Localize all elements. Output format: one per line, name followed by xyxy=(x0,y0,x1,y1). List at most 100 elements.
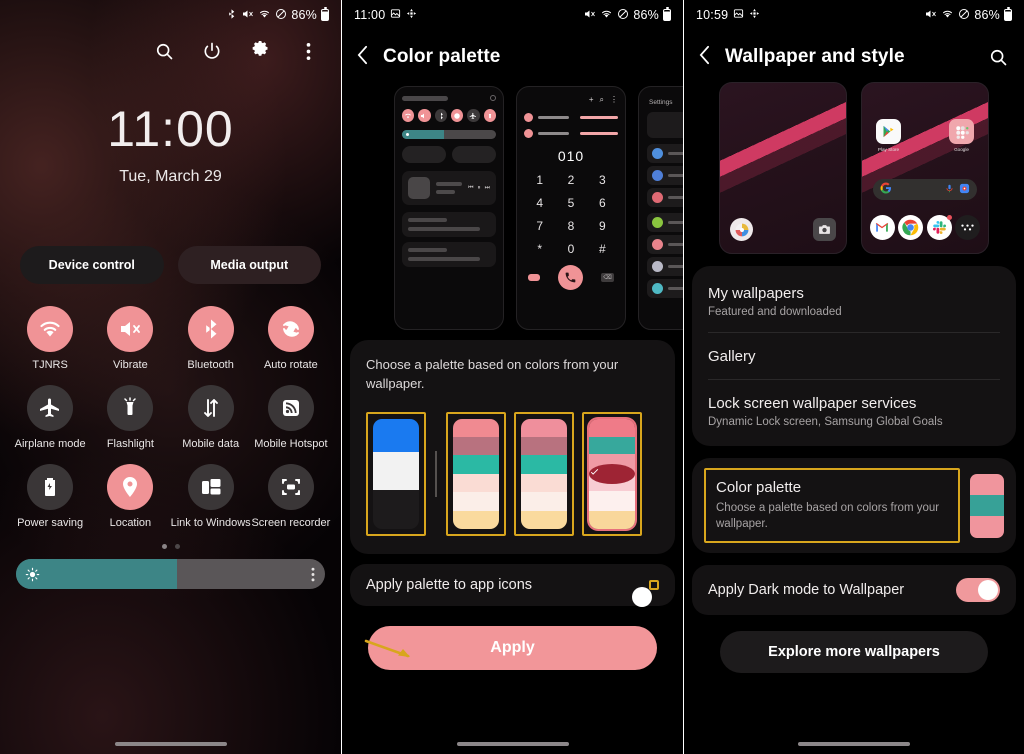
call-icon xyxy=(558,265,583,290)
device-control-button[interactable]: Device control xyxy=(20,246,164,284)
status-clock: 11:00 xyxy=(354,8,386,22)
sound-icon xyxy=(418,109,431,122)
tile-link-to-windows[interactable]: Link to Windows xyxy=(171,463,251,531)
key: 1 xyxy=(536,173,543,187)
settings-gear-icon[interactable] xyxy=(249,40,271,62)
palette-swatch-4-selected[interactable] xyxy=(589,418,635,529)
preview-brightness-slider xyxy=(402,130,496,139)
power-icon[interactable] xyxy=(201,40,223,62)
wallpaper-options-list: My wallpapers Featured and downloaded Ga… xyxy=(692,266,1016,446)
battery-percent: 86% xyxy=(633,8,659,22)
mid-panel-color-palette: 11:00 86% Color palette ⏮ ⏸ ⏭ + ⌕ ⋮ 010 … xyxy=(342,0,683,754)
preview-dialer[interactable]: + ⌕ ⋮ 010 1 2 3 4 5 6 7 8 9 * 0 # ⌫ xyxy=(516,86,626,330)
list-item-title: My wallpapers xyxy=(708,285,804,302)
app-play-store: Play Store xyxy=(876,119,901,152)
explore-more-wallpapers-button[interactable]: Explore more wallpapers xyxy=(720,631,988,674)
media-output-button[interactable]: Media output xyxy=(177,246,321,284)
brightness-slider[interactable] xyxy=(16,559,325,590)
tile-label: Auto rotate xyxy=(263,359,318,371)
home-dock xyxy=(862,215,988,240)
more-options-icon[interactable] xyxy=(311,567,315,582)
dark-mode-toggle[interactable] xyxy=(956,578,1000,603)
left-panel-quick-settings: 86% 11:00 Tue, March 29 Device control M… xyxy=(0,0,341,754)
preview-qs-title-bar xyxy=(402,95,448,101)
search-icon[interactable] xyxy=(988,47,1008,67)
annotation-box-color-palette[interactable]: Color palette Choose a palette based on … xyxy=(704,468,960,544)
list-icon xyxy=(652,239,663,250)
tile-location[interactable]: Location xyxy=(90,463,170,531)
palette-swatch-1[interactable] xyxy=(373,418,419,529)
dnd-icon xyxy=(275,8,287,22)
camera-color-icon xyxy=(730,218,753,241)
page-dot-active[interactable] xyxy=(161,544,167,550)
preview-quick-panel[interactable]: ⏮ ⏸ ⏭ xyxy=(394,86,504,330)
tile-bluetooth[interactable]: Bluetooth xyxy=(171,306,251,373)
wifi-icon xyxy=(402,109,415,122)
tile-auto-rotate[interactable]: Auto rotate xyxy=(251,306,331,373)
home-gesture-pill[interactable] xyxy=(114,742,227,746)
lockscreen-top-icons xyxy=(0,30,341,62)
tile-flashlight[interactable]: Flashlight xyxy=(90,384,170,452)
page-indicator-dots xyxy=(0,544,341,550)
brightness-sun-icon xyxy=(25,567,40,582)
key: 2 xyxy=(567,173,575,187)
image-icon xyxy=(390,8,401,23)
preview-settings-row xyxy=(647,144,683,163)
chrome-icon xyxy=(898,215,924,240)
annotation-box-palette-1 xyxy=(366,411,426,536)
tile-power-saving[interactable]: Power saving xyxy=(10,463,90,531)
preview-settings-row xyxy=(647,166,683,185)
right-panel-wallpaper-and-style: 10:59 86% Wallpaper and style Play Store… xyxy=(684,0,1024,754)
list-item-title: Gallery xyxy=(708,348,756,365)
preview-settings-row xyxy=(647,188,683,207)
home-screen-preview[interactable]: Play Store Google xyxy=(861,82,989,254)
dialer-contacts xyxy=(524,113,618,138)
home-gesture-pill[interactable] xyxy=(798,742,910,746)
list-item-my-wallpapers[interactable]: My wallpapers Featured and downloaded xyxy=(708,270,1000,332)
tile-label: Mobile data xyxy=(182,437,240,450)
theme-preview-carousel[interactable]: ⏮ ⏸ ⏭ + ⌕ ⋮ 010 1 2 3 4 5 6 7 8 9 * 0 # … xyxy=(342,70,683,332)
preview-media-card: ⏮ ⏸ ⏭ xyxy=(402,171,496,205)
tile-tjnrs[interactable]: TJNRS xyxy=(10,306,90,373)
tile-label: Screen recorder xyxy=(251,516,331,529)
tile-label: Vibrate xyxy=(113,359,148,371)
mic-icon xyxy=(945,181,954,199)
more-options-icon[interactable] xyxy=(297,40,319,62)
search-icon: ⌕ xyxy=(599,95,604,104)
album-art xyxy=(408,177,430,199)
back-arrow-icon[interactable] xyxy=(356,44,369,70)
tile-vibrate[interactable]: Vibrate xyxy=(90,306,170,373)
auto-rotate-icon xyxy=(450,109,464,122)
back-arrow-icon[interactable] xyxy=(698,44,711,70)
tile-screen-recorder[interactable]: Screen recorder xyxy=(251,463,331,531)
status-clock: 10:59 xyxy=(696,8,729,22)
tile-mobile-data[interactable]: Mobile data xyxy=(171,384,251,452)
list-item-lock-screen-wallpaper-services[interactable]: Lock screen wallpaper services Dynamic L… xyxy=(708,379,1000,442)
home-gesture-pill[interactable] xyxy=(456,742,569,746)
battery-percent: 86% xyxy=(291,8,317,22)
search-icon[interactable] xyxy=(153,40,175,62)
app-icon xyxy=(749,8,760,23)
preview-qs-pills xyxy=(402,146,496,163)
explore-button-wrap: Explore more wallpapers xyxy=(684,615,1024,674)
link-to-windows-icon xyxy=(187,463,234,510)
preview-settings[interactable]: Settings xyxy=(638,86,683,330)
lock-screen-preview[interactable] xyxy=(719,82,847,254)
key: 0 xyxy=(567,242,575,256)
preview-qs-head xyxy=(402,95,496,101)
app-label: Play Store xyxy=(877,147,900,152)
tile-mobile-hotspot[interactable]: Mobile Hotspot xyxy=(251,384,331,452)
palette-swatch-3[interactable] xyxy=(521,418,567,529)
wallpaper-previews: Play Store Google xyxy=(684,70,1024,254)
media-text-lines xyxy=(436,182,463,194)
color-palette-title: Color palette xyxy=(716,479,802,496)
palette-swatch-2[interactable] xyxy=(453,418,499,529)
apply-button-wrap: Apply xyxy=(342,625,683,670)
lockscreen-clock: 11:00 xyxy=(107,101,234,157)
preview-settings-card xyxy=(647,112,683,138)
page-dot[interactable] xyxy=(174,544,180,550)
gmail-icon xyxy=(869,215,895,240)
list-item-gallery[interactable]: Gallery xyxy=(708,332,1000,379)
tile-label: Airplane mode xyxy=(14,437,86,450)
tile-airplane-mode[interactable]: Airplane mode xyxy=(10,384,90,452)
